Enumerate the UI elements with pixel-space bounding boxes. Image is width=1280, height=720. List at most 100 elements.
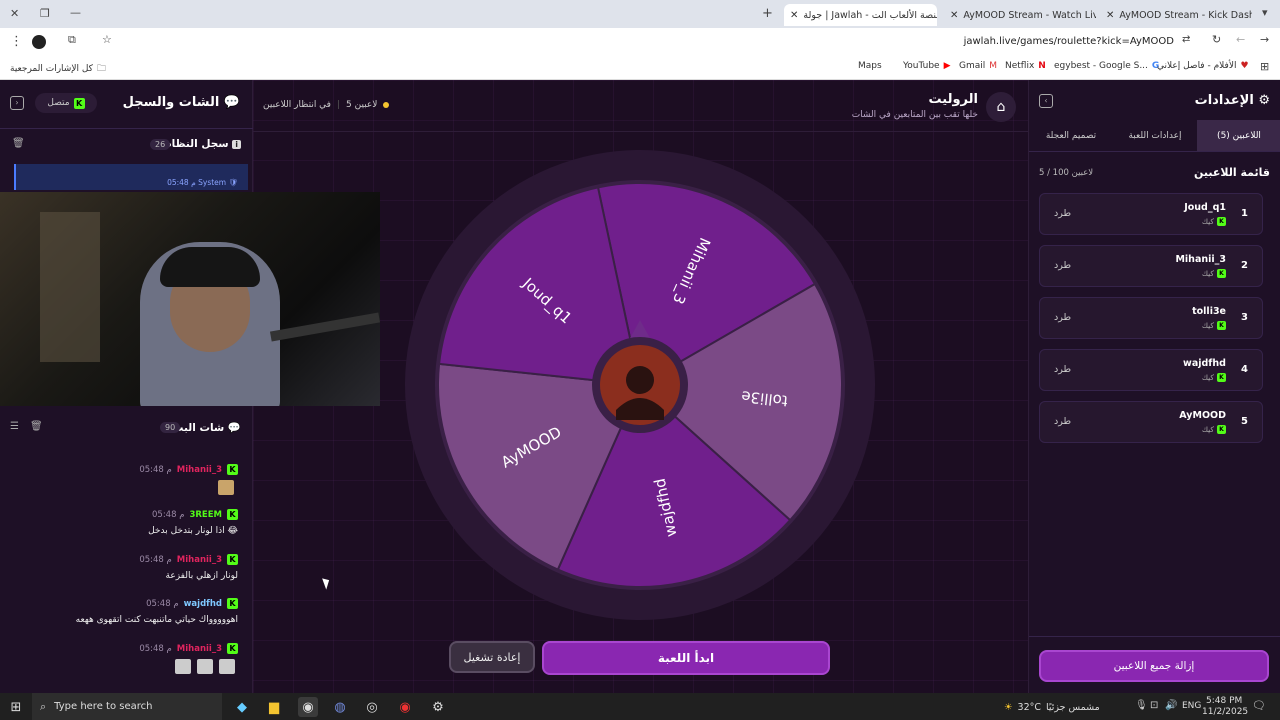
collapse-settings-icon[interactable]: ‹ <box>1039 94 1053 108</box>
kick-player-button[interactable]: طرد <box>1054 260 1071 271</box>
tab-wheel-design[interactable]: تصميم العجلة <box>1029 120 1113 151</box>
player-card: 4 wajdfhd كيك K طرد <box>1039 349 1263 391</box>
bookmark-star-icon[interactable]: ☆ <box>102 33 112 46</box>
chat-message: 05:48 م Mihanii_3 K <box>139 464 238 475</box>
discord-icon[interactable]: ◍ <box>330 697 350 717</box>
system-log-count: 26 <box>150 139 171 150</box>
tab-game-settings[interactable]: إعدادات اللعبة <box>1113 120 1197 151</box>
kick-player-button[interactable]: طرد <box>1054 364 1071 375</box>
windows-taskbar: ⊞ ⌕ Type here to search ◆ ▆ ◉ ◍ ◎ ◉ ⚙ ☀ … <box>0 693 1280 720</box>
extensions-icon[interactable]: ⧉ <box>68 33 76 47</box>
message-time: 05:48 م <box>139 464 172 475</box>
stream-chat-count: 90 <box>160 422 181 433</box>
kick-player-button[interactable]: طرد <box>1054 208 1071 219</box>
search-placeholder: Type here to search <box>54 701 153 712</box>
window-minimize-icon[interactable]: — <box>70 6 81 19</box>
kick-icon: K <box>1217 321 1226 330</box>
language-indicator[interactable]: ENG <box>1182 701 1201 711</box>
bookmark-films[interactable]: الأفلام - فاصل إعلاني ♥ <box>1157 61 1249 71</box>
back-icon[interactable]: → <box>1260 33 1269 46</box>
tab-watch-live[interactable]: ✕ AyMOOD Stream - Watch Live K <box>944 4 1096 26</box>
menu-dots-icon[interactable]: ⋮ <box>10 34 23 49</box>
bookmark-label: egybest - Google S... <box>1054 61 1148 71</box>
window-close-icon[interactable]: ✕ <box>10 7 19 20</box>
game-title: الروليت <box>928 92 978 107</box>
align-icon[interactable]: ☰ <box>10 421 19 432</box>
file-explorer-icon[interactable]: ▆ <box>264 697 284 717</box>
bookmark-netflix[interactable]: Netflix N <box>1005 61 1046 71</box>
kick-icon: K <box>1217 425 1226 434</box>
apps-grid-icon[interactable]: ⊞ <box>1260 60 1269 73</box>
message-user: 3REEM <box>189 509 222 520</box>
restart-button[interactable]: إعادة تشغيل <box>449 641 535 673</box>
mic-icon[interactable]: 🎙 <box>1135 700 1148 711</box>
bookmarks-bar: كل الإشارات المرجعية 🗀 Maps YouTube ▶ Gma… <box>0 56 1280 80</box>
message-user: Mihanii_3 <box>176 464 222 475</box>
player-name: tolli3e <box>1192 306 1226 317</box>
roulette-wheel[interactable]: Mihanii_3tolli3ewajdfhdAyMOODJoud_q1 <box>403 148 877 622</box>
platform-text: كيك <box>1201 425 1214 434</box>
message-time: 05:48 م <box>146 598 179 609</box>
bookmark-gmail[interactable]: Gmail M <box>959 61 997 71</box>
site-settings-icon[interactable]: ⇄ <box>1182 34 1190 45</box>
tab-title: AyMOOD Stream - Watch Live <box>963 9 1096 21</box>
tab-jawlah[interactable]: ✕ جولة | Jawlah - منصة الألعاب الت <box>784 4 937 26</box>
platform-text: كيك <box>1201 373 1214 382</box>
profile-avatar[interactable] <box>32 35 46 49</box>
settings-title: الإعدادات ⚙ <box>1195 93 1270 108</box>
player-platform: كيك K <box>1202 269 1226 278</box>
tab-kick-dashboard[interactable]: ✕ AyMOOD Stream - Kick Dashb K <box>1100 4 1252 26</box>
bookmark-egybest[interactable]: egybest - Google S... G <box>1054 61 1159 71</box>
platform-text: كيك <box>1201 269 1214 278</box>
obs-icon[interactable]: ◉ <box>395 697 415 717</box>
windows-start-icon[interactable]: ⊞ <box>6 697 26 717</box>
tab-close-icon[interactable]: ✕ <box>950 10 958 21</box>
network-icon[interactable]: ⊡ <box>1150 700 1158 711</box>
notification-icon[interactable]: 🗨 <box>1252 699 1266 712</box>
bookmark-label: YouTube <box>903 61 940 71</box>
chat-title-text: الشات والسجل <box>122 95 220 110</box>
taskbar-search[interactable]: ⌕ Type here to search <box>32 693 222 720</box>
player-name: Joud_q1 <box>1184 202 1226 213</box>
bookmark-maps[interactable]: Maps <box>858 61 882 71</box>
kick-player-button[interactable]: طرد <box>1054 312 1071 323</box>
system-log-text: سجل النظام <box>163 138 229 150</box>
kick-player-button[interactable]: طرد <box>1054 416 1071 427</box>
player-platform: كيك K <box>1202 425 1226 434</box>
bookmark-label: كل الإشارات المرجعية <box>10 64 93 74</box>
clock-time: 5:48 PM <box>1206 696 1243 706</box>
tab-search-icon[interactable]: ▾ <box>1262 6 1268 19</box>
start-game-button[interactable]: ابدأ اللعبة <box>542 641 830 675</box>
tab-players[interactable]: اللاعبين (5) <box>1197 120 1280 151</box>
weather-widget[interactable]: ☀ 32°C مشمس جزئيًا <box>1004 697 1100 717</box>
bookmark-all[interactable]: كل الإشارات المرجعية 🗀 <box>10 61 106 77</box>
players-list-count: 5 / 100 لاعبين <box>1039 168 1094 178</box>
emote-image <box>219 659 235 674</box>
chrome-icon[interactable]: ◉ <box>298 697 318 717</box>
player-rank: 5 <box>1241 416 1248 427</box>
collapse-panel-icon[interactable]: › <box>10 96 24 110</box>
copilot-icon[interactable]: ◆ <box>232 697 252 717</box>
volume-icon[interactable]: 🔊 <box>1165 700 1177 711</box>
bookmark-youtube[interactable]: YouTube ▶ <box>903 61 951 71</box>
trash-icon[interactable]: 🗑 <box>30 421 43 432</box>
forward-icon[interactable]: ← <box>1236 33 1245 46</box>
settings-tabs: اللاعبين (5) إعدادات اللعبة تصميم العجلة <box>1029 120 1280 152</box>
home-icon[interactable]: ⌂ <box>986 92 1016 122</box>
window-restore-icon[interactable]: ❐ <box>40 7 50 20</box>
address-bar[interactable]: jawlah.live/games/roulette?kick=AyMOOD <box>964 36 1174 47</box>
app-icon[interactable]: ◎ <box>362 697 382 717</box>
chat-message: 05:48 م wajdfhd K <box>146 598 238 609</box>
tab-close-icon[interactable]: ✕ <box>790 10 798 21</box>
kick-icon: K <box>1217 373 1226 382</box>
player-name: AyMOOD <box>1179 410 1226 421</box>
new-tab-icon[interactable]: + <box>762 6 773 21</box>
heart-icon: ♥ <box>1240 61 1249 71</box>
tab-close-icon[interactable]: ✕ <box>1106 10 1114 21</box>
trash-icon[interactable]: 🗑 <box>12 138 25 149</box>
settings-gear-icon[interactable]: ⚙ <box>428 697 448 717</box>
reload-icon[interactable]: ↻ <box>1212 33 1221 46</box>
system-entry-meta: 05:48 م System 🛡 <box>167 178 238 187</box>
kick-icon: K <box>1217 217 1226 226</box>
remove-all-players-button[interactable]: إزالة جميع اللاعبين <box>1039 650 1269 682</box>
